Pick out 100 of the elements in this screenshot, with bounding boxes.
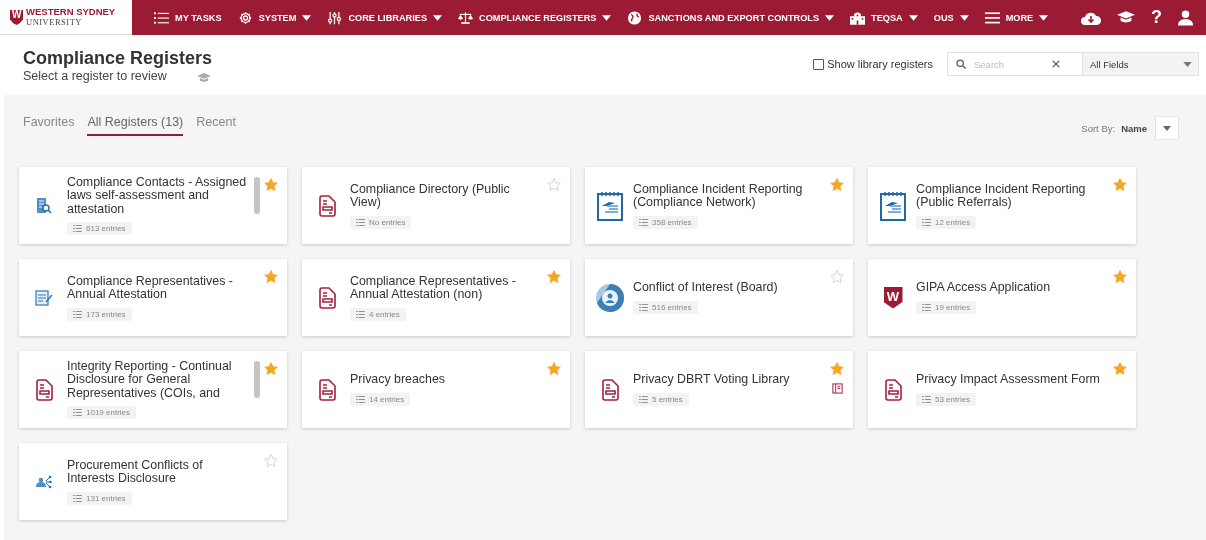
register-card[interactable]: Conflict of Interest (Board) 516 entries [585, 259, 853, 336]
entry-count: 5 entries [652, 394, 683, 404]
nav-menu-item[interactable]: SANCTIONS AND EXPORT CONTROLS [619, 0, 843, 35]
people-network-icon [36, 474, 52, 489]
nav-label: MORE [1005, 12, 1034, 23]
user-icon[interactable] [1175, 9, 1196, 26]
checkbox[interactable] [813, 58, 825, 70]
favorite-star-icon[interactable] [1113, 178, 1127, 191]
nav-menu-item[interactable]: TEQSA [842, 0, 926, 35]
register-card[interactable]: Compliance Representatives - Annual Attestation 173 entries [19, 259, 287, 336]
search-input[interactable]: Search [972, 58, 1046, 70]
nav-label: CORE LIBRARIES [348, 12, 428, 23]
entry-count: 19 entries [935, 302, 971, 312]
list-icon [639, 218, 648, 226]
register-card[interactable]: Compliance Representatives - Annual Attestation (non) 4 entries [302, 259, 570, 336]
help-button[interactable]: ? [1148, 7, 1165, 28]
nav-menu-item[interactable]: SYSTEM [229, 0, 320, 35]
favorite-star-icon[interactable] [547, 270, 561, 283]
entry-count: 12 entries [935, 217, 971, 227]
entry-count: 173 entries [86, 309, 126, 319]
form-document-icon [318, 378, 336, 401]
sliders-icon [327, 10, 343, 25]
register-title: Conflict of Interest (Board) [633, 281, 779, 295]
favorite-star-icon[interactable] [264, 362, 278, 375]
form-document-icon [318, 286, 336, 309]
nav-menu-item[interactable]: MY TASKS [146, 0, 230, 35]
sort-dropdown-button[interactable] [1155, 116, 1179, 140]
entry-count: 4 entries [369, 309, 400, 319]
cloud-download-icon[interactable] [1078, 10, 1104, 25]
register-title: Compliance Incident Reporting (Public Referrals) [916, 182, 1087, 210]
caret-icon [1183, 61, 1192, 67]
list-icon [73, 225, 82, 233]
entry-count: No entries [369, 217, 406, 227]
entry-count: 14 entries [369, 394, 405, 404]
notepad-pen-icon [35, 289, 53, 306]
search-icon [956, 59, 966, 69]
register-title: Procurement Conflicts of Interests Disclosure [67, 458, 204, 486]
favorite-star-icon[interactable] [547, 362, 561, 375]
search-bar[interactable]: Search [947, 52, 1082, 76]
register-card[interactable]: Compliance Incident Reporting (Public Referrals) 12 entries [868, 167, 1136, 244]
register-card[interactable]: Compliance Incident Reporting (Compliance Network) 358 entries [585, 167, 853, 244]
favorite-star-icon[interactable] [264, 454, 278, 467]
favorite-star-icon[interactable] [547, 178, 561, 191]
person-circle-icon [595, 282, 625, 313]
list-icon [639, 395, 648, 403]
building-search-icon [36, 197, 52, 214]
nav-menu-item[interactable]: OUS [925, 0, 977, 35]
register-card[interactable]: Privacy Impact Assessment Form 53 entries [868, 351, 1136, 428]
list-icon [356, 395, 365, 403]
favorite-star-icon[interactable] [1113, 270, 1127, 283]
list-icon [154, 10, 169, 25]
register-card[interactable]: Compliance Directory (Public View) No entries [302, 167, 570, 244]
list-icon [922, 218, 931, 226]
register-card[interactable]: Compliance Contacts - Assigned laws self-assessment and attestation 613 entries [19, 167, 287, 244]
page-subtitle: Select a register to review [23, 69, 167, 83]
register-card[interactable]: Integrity Reporting - Continual Disclosure for General Representatives (COIs, and 1019 entries [19, 351, 287, 428]
form-document-icon [601, 378, 619, 401]
register-card[interactable]: W GIPA Access Application 19 entries [868, 259, 1136, 336]
register-title: Compliance Incident Reporting (Compliance Network) [633, 182, 804, 210]
nav-label: SANCTIONS AND EXPORT CONTROLS [648, 12, 820, 23]
notepad-icon [880, 190, 906, 221]
list-icon [639, 303, 648, 311]
caret-icon [1163, 125, 1171, 131]
entry-count: 613 entries [86, 224, 126, 234]
register-title: Privacy Impact Assessment Form [916, 373, 1100, 387]
form-document-icon [884, 378, 902, 401]
list-icon [73, 310, 82, 318]
nav-menu-item[interactable]: COMPLIANCE REGISTERS [450, 0, 620, 35]
favorite-star-icon[interactable] [830, 270, 844, 283]
favorite-star-icon[interactable] [1113, 362, 1127, 375]
list-icon [73, 494, 82, 502]
favorite-star-icon[interactable] [264, 178, 278, 191]
form-document-icon [35, 378, 53, 401]
favorite-star-icon[interactable] [830, 362, 844, 375]
clear-icon[interactable] [1052, 60, 1060, 68]
entry-count: 358 entries [652, 217, 692, 227]
list-icon [73, 409, 82, 417]
register-card[interactable]: Privacy DBRT Voting Library 5 entries [585, 351, 853, 428]
nav-menu-item[interactable]: CORE LIBRARIES [319, 0, 451, 35]
shield-logo-icon: W [883, 286, 903, 309]
menu-icon [984, 10, 1000, 25]
register-title: Compliance Representatives - Annual Attestation [67, 274, 234, 302]
globe-icon [627, 10, 643, 25]
entry-count: 53 entries [935, 394, 971, 404]
list-icon [922, 395, 931, 403]
tab[interactable]: All Registers (13) [87, 115, 184, 136]
favorite-star-icon[interactable] [830, 178, 844, 191]
scrollbar[interactable] [254, 361, 260, 398]
field-dropdown-value: All Fields [1090, 58, 1129, 70]
notepad-icon [597, 190, 623, 221]
nav-menu-item[interactable]: MORE [976, 0, 1057, 35]
form-document-icon [318, 194, 336, 217]
nav-label: COMPLIANCE REGISTERS [479, 12, 597, 23]
favorite-star-icon[interactable] [264, 270, 278, 283]
register-card[interactable]: Privacy breaches 14 entries [302, 351, 570, 428]
field-dropdown[interactable]: All Fields [1082, 52, 1199, 76]
scrollbar[interactable] [254, 177, 260, 214]
checkbox-label: Show library registers [827, 58, 933, 70]
register-card[interactable]: Procurement Conflicts of Interests Disclosure 131 entries [19, 443, 287, 520]
building-icon [850, 10, 866, 25]
